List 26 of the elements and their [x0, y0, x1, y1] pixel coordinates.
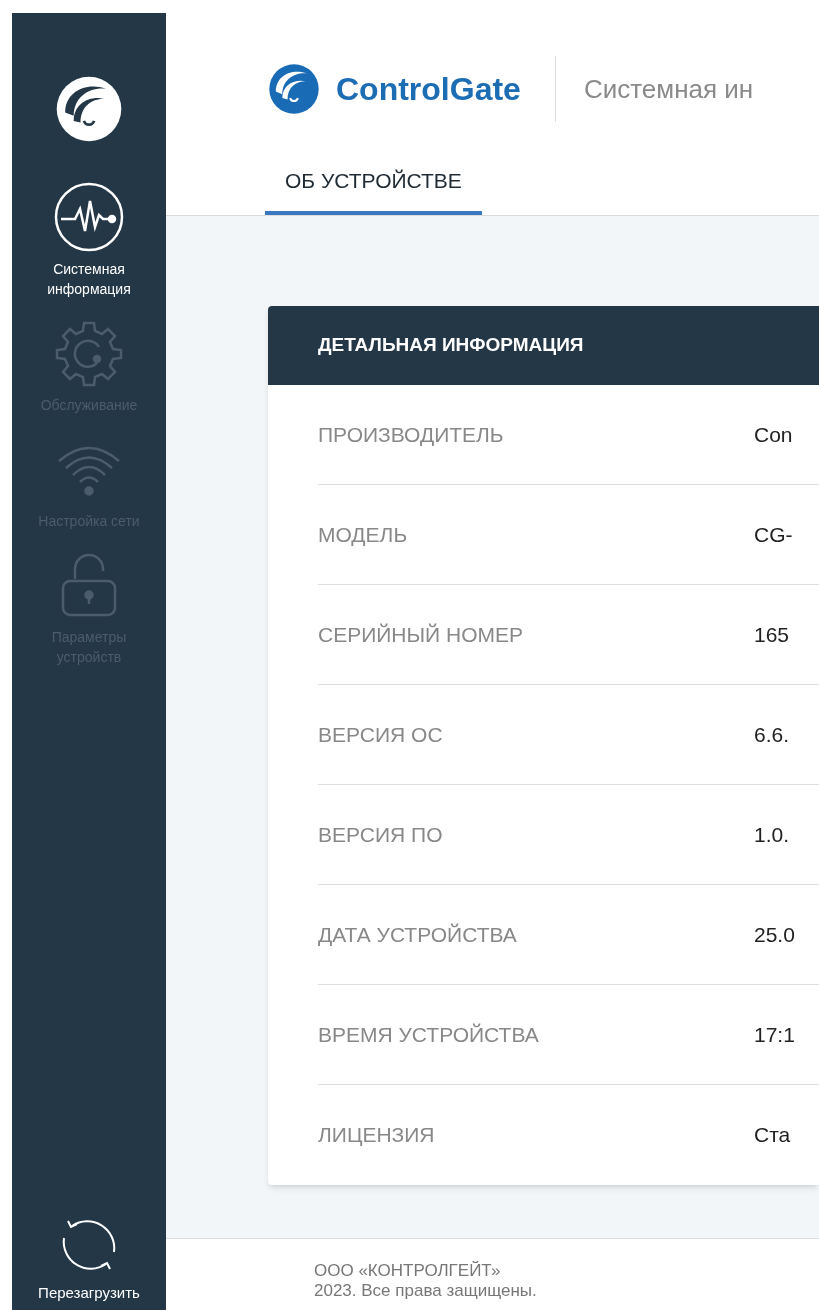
field-value: 1.0.: [754, 821, 790, 848]
field-label: СЕРИЙНЫЙ НОМЕР: [318, 621, 525, 648]
copyright-text: 2023. Все права защищены.: [314, 1281, 538, 1301]
field-value: Ста: [754, 1122, 791, 1149]
field-label: ДАТА УСТРОЙСТВА: [318, 921, 518, 948]
field-label: ПРОИЗВОДИТЕЛЬ: [318, 421, 505, 448]
reboot-button[interactable]: Перезагрузить: [38, 1281, 140, 1304]
field-value: 17:1: [754, 1021, 795, 1048]
field-value: CG-: [754, 521, 793, 548]
copyright-text: ООО «КОНТРОЛГЕЙТ»: [314, 1261, 502, 1281]
logo-icon: [55, 75, 123, 143]
field-value: Con: [754, 421, 793, 448]
field-value: 165: [754, 621, 790, 648]
field-value: 6.6.: [754, 721, 790, 748]
brand-name: ControlGate: [336, 70, 521, 109]
field-label: ВЕРСИЯ ПО: [318, 821, 444, 848]
field-label: ВРЕМЯ УСТРОЙСТВА: [318, 1021, 540, 1048]
card-title: ДЕТАЛЬНАЯ ИНФОРМАЦИЯ: [318, 333, 584, 358]
pulse-icon: [53, 181, 125, 253]
page-subtitle: Системная ин: [583, 72, 754, 106]
sidebar-item[interactable]: Системная информация: [37, 259, 141, 299]
field-label: ЛИЦЕНЗИЯ: [318, 1122, 436, 1149]
field-label: МОДЕЛЬ: [318, 521, 409, 548]
field-label: ВЕРСИЯ ОС: [318, 721, 444, 748]
field-value: 25.0: [754, 921, 795, 948]
brand-logo-icon: [268, 63, 320, 115]
